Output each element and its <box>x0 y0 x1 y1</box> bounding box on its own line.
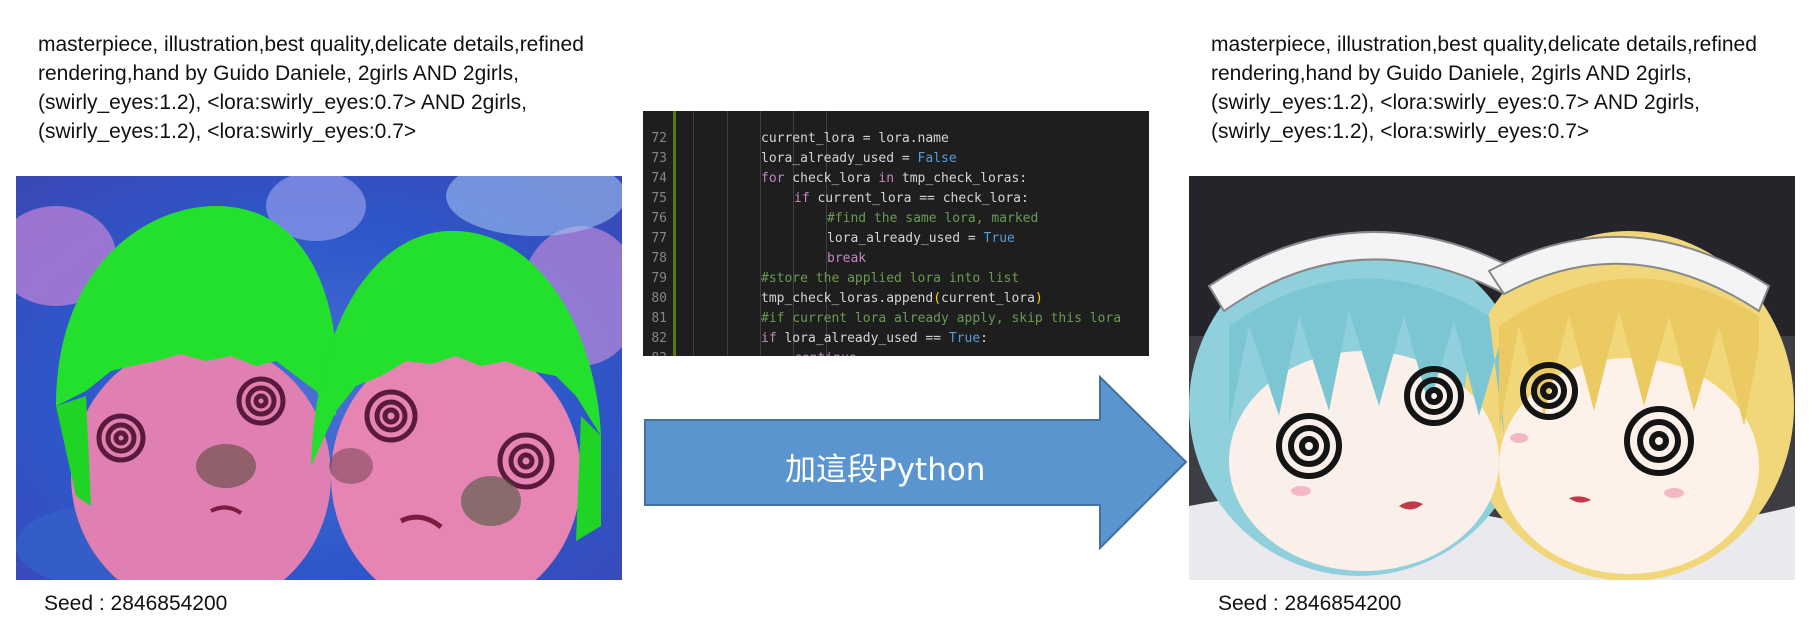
code-text-line-82: if lora_already_used == True: <box>761 331 988 346</box>
code-text-line-80: tmp_check_loras.append(current_lora) <box>761 291 1043 306</box>
left-generated-image <box>16 176 622 580</box>
code-line: 83continue <box>643 329 856 356</box>
code-text-line-77: lora_already_used = True <box>827 231 1015 246</box>
code-text-line-74: for check_lora in tmp_check_loras: <box>761 171 1028 186</box>
code-line: 77 lora_already_used = True <box>643 209 1015 246</box>
right-prompt-text: masterpiece, illustration,best quality,d… <box>1211 33 1757 143</box>
code-line: 72 current_lora = lora.name <box>651 131 949 146</box>
code-line: 73 lora_already_used = False <box>643 129 956 166</box>
code-text-line-75: if current_lora == check_lora: <box>794 191 1029 206</box>
code-line: 75 if current_lora == check_lora: <box>643 169 1028 206</box>
code-snippet: 72 current_lora = lora.name 73 lora_alread… <box>643 111 1149 356</box>
code-line: 82 if lora_already_used == True: <box>643 309 988 346</box>
code-line: 74 for check_lora in tmp_check_loras: <box>643 149 1027 186</box>
left-prompt-text: masterpiece, illustration,best quality,d… <box>38 33 584 143</box>
code-line: 81 #if current lora already apply, skip t… <box>651 311 1122 326</box>
code-text-line-73: lora_already_used = False <box>761 151 957 166</box>
code-line: 80 tmp_check_loras.append(current_lora) <box>643 269 1042 306</box>
arrow-label: 加這段Python <box>785 452 986 488</box>
code-line: 76 #find the same lora, marked <box>651 211 1039 226</box>
right-generated-image <box>1189 176 1795 580</box>
code-line: 79 #store the applied lora into list <box>651 271 1020 286</box>
left-seed-label: Seed : 2846854200 <box>44 592 228 615</box>
right-seed-label: Seed : 2846854200 <box>1218 592 1402 615</box>
code-line: 78 break <box>651 251 867 266</box>
